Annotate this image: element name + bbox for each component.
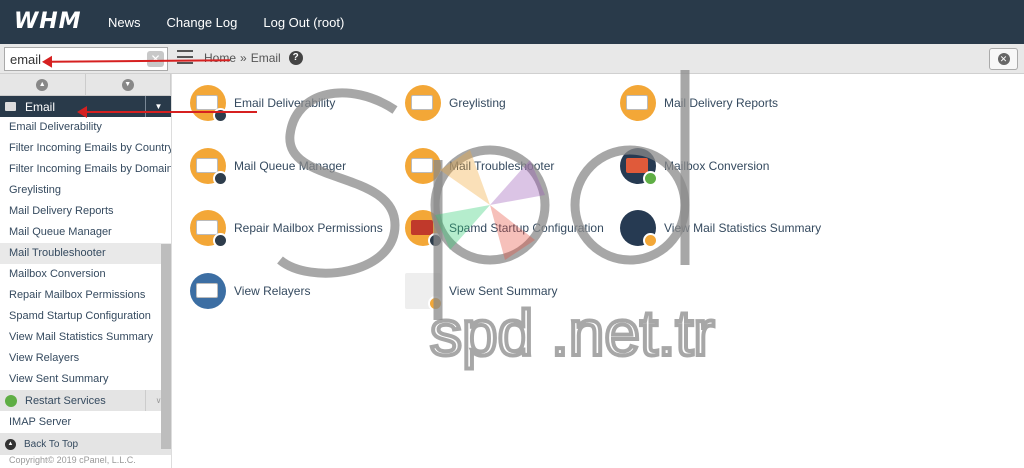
scroll-up-button[interactable]: ▲ [0, 74, 86, 95]
sidebar-item[interactable]: View Mail Statistics Summary [0, 327, 171, 348]
sidebar-item[interactable]: Mail Delivery Reports [0, 201, 171, 222]
chevron-up-icon: ▲ [36, 78, 49, 91]
tile-view-relayers[interactable]: View Relayers [190, 273, 310, 309]
tile-label: Repair Mailbox Permissions [234, 221, 383, 235]
chevron-down-icon: ▼ [121, 78, 134, 91]
email-alert-icon [405, 85, 441, 121]
breadcrumb: Home » Email ? [204, 51, 303, 65]
tile-label: Spamd Startup Configuration [449, 221, 604, 235]
tile-mail-delivery-reports[interactable]: Mail Delivery Reports [620, 85, 778, 121]
sidebar-scroll-controls: ▲ ▼ [0, 74, 171, 96]
nav-logout-link[interactable]: Log Out (root) [263, 15, 344, 30]
tile-label: Email Deliverability [234, 96, 336, 110]
breadcrumb-home-link[interactable]: Home [204, 51, 236, 65]
tile-repair-mailbox-permissions[interactable]: Repair Mailbox Permissions [190, 210, 383, 248]
category-label: Email [25, 99, 56, 114]
sidebar-email-list: Email Deliverability Filter Incoming Ema… [0, 117, 171, 390]
menu-toggle-icon[interactable] [177, 50, 193, 64]
sidebar-item[interactable]: Filter Incoming Emails by Country [0, 138, 171, 159]
top-navigation-bar: WHM News Change Log Log Out (root) [0, 0, 1024, 44]
whm-logo[interactable]: WHM [14, 9, 82, 34]
nav-change-log-link[interactable]: Change Log [167, 15, 238, 30]
tile-mailbox-conversion[interactable]: Mailbox Conversion [620, 148, 770, 186]
sidebar-item-active[interactable]: Mail Troubleshooter [0, 243, 171, 264]
restart-icon [5, 394, 17, 407]
breadcrumb-separator: » [240, 51, 247, 65]
tile-greylisting[interactable]: Greylisting [405, 85, 506, 121]
sidebar-item[interactable]: View Sent Summary [0, 369, 171, 390]
tile-view-mail-statistics-summary[interactable]: View Mail Statistics Summary [620, 210, 822, 248]
sidebar-item[interactable]: Greylisting [0, 180, 171, 201]
email-lifebuoy-icon [405, 148, 441, 184]
sidebar-item[interactable]: Mail Queue Manager [0, 222, 171, 243]
close-button[interactable]: ✕ [989, 48, 1018, 70]
back-to-top-button[interactable]: ▲ Back To Top [0, 433, 171, 455]
tile-view-sent-summary[interactable]: View Sent Summary [405, 273, 558, 311]
tile-spamd-startup-configuration[interactable]: Spamd Startup Configuration [405, 210, 604, 248]
sidebar-item[interactable]: Spamd Startup Configuration [0, 306, 171, 327]
mailbox-convert-icon [620, 148, 658, 186]
envelope-icon [5, 102, 16, 111]
email-search-icon [620, 85, 656, 121]
arrow-up-icon: ▲ [5, 438, 16, 450]
tile-mail-queue-manager[interactable]: Mail Queue Manager [190, 148, 347, 186]
tile-email-deliverability[interactable]: Email Deliverability [190, 85, 336, 123]
breadcrumb-current: Email [250, 51, 281, 65]
sidebar-category-restart-services[interactable]: Restart Services ∨ [0, 390, 171, 411]
sidebar-item[interactable]: View Relayers [0, 348, 171, 369]
scroll-down-button[interactable]: ▼ [86, 74, 171, 95]
copyright-text: Copyright© 2019 cPanel, L.L.C. [9, 455, 136, 465]
top-nav: News Change Log Log Out (root) [108, 0, 370, 44]
spam-shield-icon [405, 210, 443, 248]
document-summary-icon [405, 273, 443, 311]
email-gear-icon [190, 85, 228, 123]
tile-label: Mail Queue Manager [234, 159, 347, 173]
sidebar-scrollbar[interactable] [161, 244, 171, 449]
back-to-top-label: Back To Top [24, 438, 79, 450]
sidebar-item[interactable]: Filter Incoming Emails by Domain [0, 159, 171, 180]
tile-label: View Mail Statistics Summary [664, 221, 822, 235]
category-collapse-toggle[interactable]: ▼ [145, 96, 171, 117]
nav-news-link[interactable]: News [108, 15, 141, 30]
sidebar-item[interactable]: Email Deliverability [0, 117, 171, 138]
tile-label: View Relayers [234, 284, 311, 298]
tile-label: Mail Troubleshooter [449, 159, 555, 173]
email-gear-icon [190, 148, 228, 186]
annotation-arrow-email [77, 106, 257, 118]
email-repair-icon [190, 210, 228, 248]
tile-label: Greylisting [449, 96, 506, 110]
statistics-chart-icon [620, 210, 658, 248]
tile-mail-troubleshooter[interactable]: Mail Troubleshooter [405, 148, 554, 184]
sidebar-item[interactable]: Repair Mailbox Permissions [0, 285, 171, 306]
email-forward-icon [190, 273, 226, 309]
tile-label: View Sent Summary [449, 284, 558, 298]
tile-label: Mailbox Conversion [664, 159, 770, 173]
tile-label: Mail Delivery Reports [664, 96, 779, 110]
category-label: Restart Services [25, 394, 106, 407]
sidebar-item-imap-server[interactable]: IMAP Server [0, 411, 171, 433]
sidebar-item[interactable]: Mailbox Conversion [0, 264, 171, 285]
sidebar: ▲ ▼ Email ▼ Email Deliverability Filter … [0, 74, 172, 468]
close-icon: ✕ [997, 53, 1010, 65]
help-icon[interactable]: ? [288, 51, 303, 65]
